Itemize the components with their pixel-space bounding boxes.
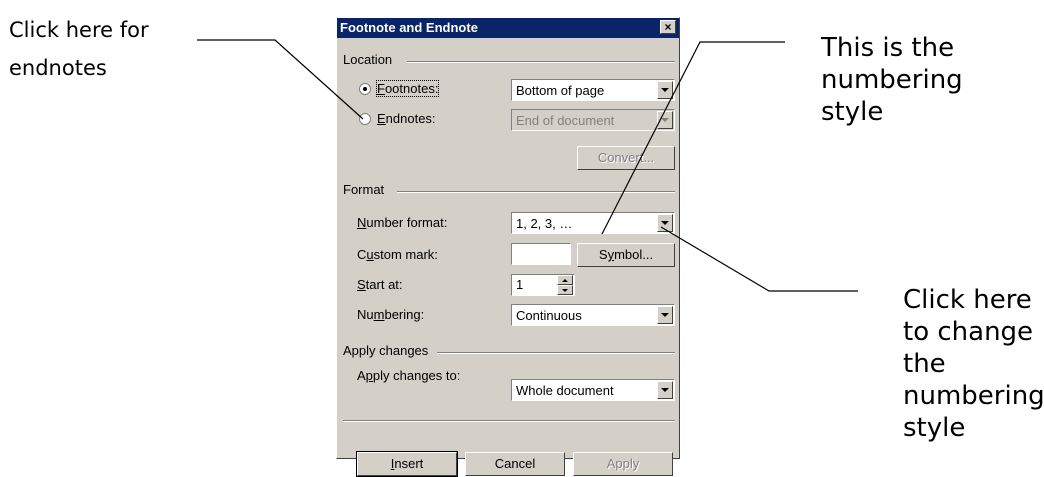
footnotes-radio[interactable] [359,83,371,95]
symbol-button[interactable]: Symbol... [577,243,675,267]
annotation-line: This is the [821,33,955,63]
apply-changes-to-select[interactable]: Whole document [511,379,675,401]
start-at-mnemonic: S [357,277,366,292]
start-at-input[interactable]: 1 [511,274,575,296]
annotation-line: endnotes [9,56,107,80]
custom-mark-input[interactable] [511,243,571,265]
annotation-line: numbering [903,381,1044,411]
dropdown-button[interactable] [657,81,673,99]
convert-button[interactable]: Convert... [577,146,675,170]
footnotes-label-text: ootnotes: [384,81,439,96]
cancel-button[interactable]: Cancel [465,452,565,476]
insert-button-text: nsert [394,456,424,471]
custom-mark-label-text: C [357,247,367,262]
numbering-mnemonic: m [373,307,385,322]
number-format-mnemonic: N [357,215,367,230]
custom-mark-label: Custom mark: [357,247,438,262]
dropdown-button[interactable] [657,381,673,399]
endnotes-position-value: End of document [516,113,615,128]
footnotes-position-select[interactable]: Bottom of page [511,79,675,101]
apply-changes-to-label: Apply changes to: [357,368,460,383]
annotation-change-style: Click here to change the numbering style [903,284,1044,444]
apply-changes-to-value: Whole document [516,383,614,398]
apply-to-label-text: A [357,368,366,383]
apply-to-label-text-rest: ply changes to: [372,368,461,383]
footnotes-label[interactable]: Footnotes: [375,80,440,97]
leader-line-change-style [660,226,858,292]
chevron-up-icon [562,279,568,282]
chevron-down-icon [661,221,669,225]
footnote-endnote-dialog: Footnote and Endnote × Location Footnote… [336,17,680,477]
endnotes-label[interactable]: Endnotes: [377,111,436,126]
buttons-divider [343,420,675,422]
number-format-value: 1, 2, 3, … [516,216,573,231]
start-at-value: 1 [516,277,524,292]
annotation-numbering-style: This is the numbering style [821,32,963,128]
close-icon[interactable]: × [660,20,676,34]
annotation-line: to change [903,317,1034,347]
format-divider [397,191,675,193]
footnotes-mnemonic: F [377,81,385,96]
radio-selected-dot [363,87,367,91]
format-group-label: Format [343,182,385,197]
apply-to-mnemonic: p [365,368,373,383]
apply-changes-group-label: Apply changes [343,343,429,358]
custom-mark-mnemonic: u [366,247,374,262]
endnotes-mnemonic: E [377,111,386,126]
dialog-title: Footnote and Endnote [340,20,478,35]
chevron-down-icon [661,88,669,92]
numbering-label-text-rest: bering: [384,307,425,322]
dialog-titlebar: Footnote and Endnote × [337,18,679,38]
numbering-label: Numbering: [357,307,424,322]
start-at-label: Start at: [357,277,403,292]
numbering-select[interactable]: Continuous [511,304,675,326]
number-format-label: Number format: [357,215,447,230]
dropdown-button[interactable] [657,111,673,129]
annotation-line: style [903,413,966,443]
annotation-line: Click here for [9,18,149,42]
annotation-line: style [821,97,884,127]
numbering-label-text: Nu [357,307,374,322]
footnotes-position-value: Bottom of page [516,83,605,98]
endnotes-position-select[interactable]: End of document [511,109,675,131]
chevron-down-icon [562,289,568,292]
chevron-down-icon [661,118,669,122]
annotation-endnotes: Click here for endnotes [9,16,149,82]
location-divider [407,61,675,63]
dropdown-button[interactable] [657,306,673,324]
insert-button[interactable]: Insert [356,451,458,477]
location-group-label: Location [343,52,393,67]
apply-changes-divider [437,352,675,354]
number-format-label-text: umber format: [366,215,448,230]
endnotes-radio[interactable] [359,113,371,125]
chevron-down-icon [661,313,669,317]
custom-mark-label-text-rest: stom mark: [373,247,438,262]
spin-down-button[interactable] [557,285,573,295]
chevron-down-icon [661,388,669,392]
annotation-line: the [903,349,946,379]
apply-button[interactable]: Apply [573,452,673,476]
number-format-select[interactable]: 1, 2, 3, … [511,212,675,234]
numbering-value: Continuous [516,308,582,323]
annotation-line: numbering [821,65,963,95]
symbol-button-text: S [598,247,608,262]
dropdown-button[interactable] [657,214,673,232]
spin-up-button[interactable] [557,275,573,285]
endnotes-label-text: ndnotes: [385,111,436,126]
start-at-label-text: tart at: [365,277,403,292]
start-at-spinner[interactable] [557,275,573,295]
annotation-line: Click here [903,285,1032,315]
symbol-button-text-rest: mbol... [614,247,654,262]
